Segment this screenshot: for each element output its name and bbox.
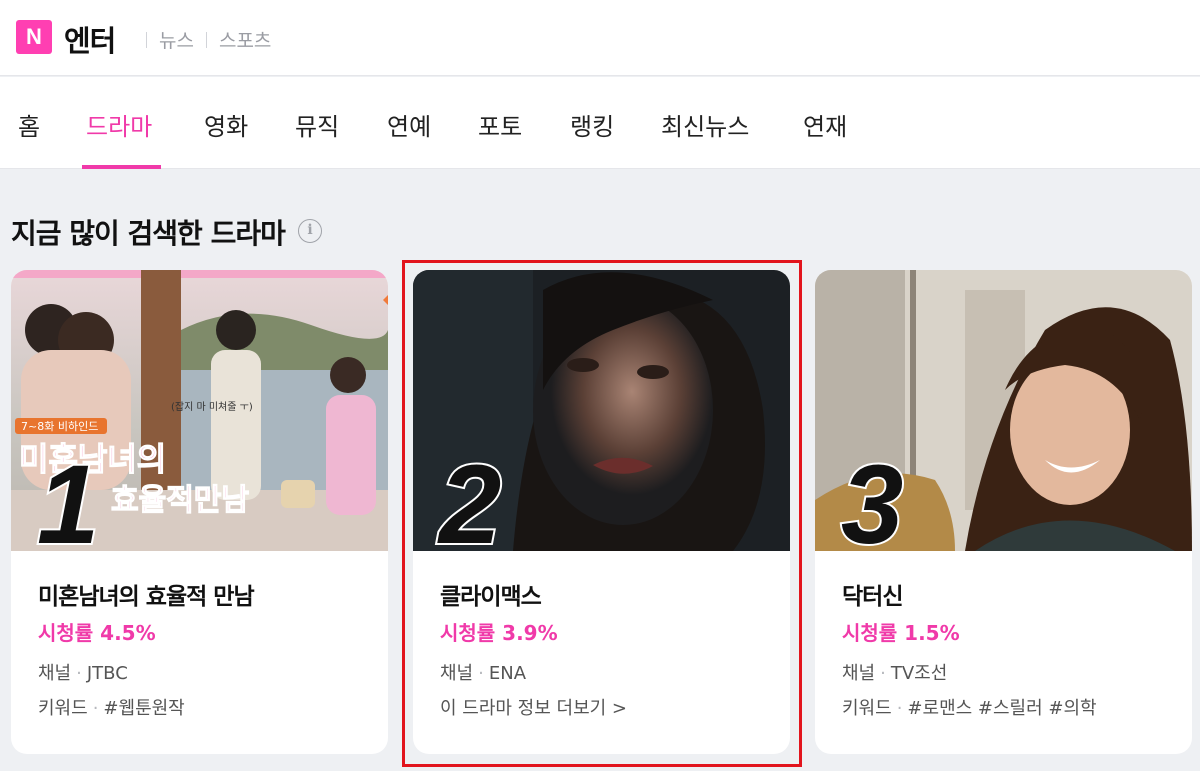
rank-number: 3	[839, 442, 905, 552]
tab-photo[interactable]: 포토	[478, 107, 522, 142]
link-sports[interactable]: 스포츠	[219, 26, 271, 53]
keyword-row: 키워드 · #웹툰원작	[38, 694, 185, 720]
image-title-line-2: 효율적만남	[111, 483, 249, 518]
channel-value: JTBC	[86, 663, 128, 684]
brand-title[interactable]: 엔터	[64, 18, 116, 60]
rank-number: 1	[35, 442, 101, 552]
channel-row: 채널 · TV조선	[842, 659, 947, 685]
image-badge: 7~8화 비하인드	[21, 419, 98, 433]
keyword-row: 키워드 · #로맨스 #스릴러 #의학	[842, 694, 1097, 720]
channel-row: 채널 · JTBC	[38, 659, 128, 685]
top-bar: N 엔터 뉴스 스포츠	[0, 0, 1200, 76]
viewer-rating: 시청률 1.5%	[842, 621, 960, 645]
category-tabs: 홈 드라마 영화 뮤직 연예 포토 랭킹 최신뉴스 연재	[0, 77, 1200, 169]
highlight-box	[402, 260, 802, 767]
tab-music[interactable]: 뮤직	[295, 107, 339, 142]
channel-value: TV조선	[890, 663, 948, 684]
drama-thumbnail[interactable]: 3	[815, 270, 1192, 551]
separator-dot: ·	[896, 698, 903, 719]
drama-card-3[interactable]: 3 닥터신 시청률 1.5% 채널 · TV조선 키워드 · #로맨스 #스릴러 #의학	[815, 270, 1192, 754]
active-tab-indicator	[82, 165, 161, 169]
separator-dot: ·	[76, 663, 82, 684]
viewer-rating: 시청률 4.5%	[38, 621, 156, 645]
link-news[interactable]: 뉴스	[159, 26, 194, 53]
tab-series[interactable]: 연재	[803, 107, 847, 142]
keyword-label: 키워드	[842, 698, 892, 719]
tab-ranking[interactable]: 랭킹	[570, 107, 614, 142]
section-title: 지금 많이 검색한 드라마	[11, 217, 286, 250]
brand-links: 뉴스 스포츠	[134, 26, 271, 53]
channel-label: 채널	[842, 663, 876, 684]
keyword-value[interactable]: #웹툰원작	[103, 698, 184, 719]
channel-label: 채널	[38, 663, 72, 684]
divider	[146, 31, 147, 48]
keyword-value[interactable]: #로맨스 #스릴러 #의학	[907, 698, 1096, 719]
tab-home[interactable]: 홈	[18, 107, 40, 142]
keyword-label: 키워드	[38, 698, 88, 719]
naver-logo[interactable]: N	[16, 20, 52, 54]
tab-latest-news[interactable]: 최신뉴스	[661, 107, 749, 142]
tab-drama[interactable]: 드라마	[86, 107, 152, 142]
tab-movie[interactable]: 영화	[204, 107, 248, 142]
drama-card-1[interactable]: 7~8화 비하인드 (잡지 마 미쳐줄 ㅜ) 미혼남녀의 효율적만남 1 미혼남…	[11, 270, 388, 754]
drama-thumbnail[interactable]: 7~8화 비하인드 (잡지 마 미쳐줄 ㅜ) 미혼남녀의 효율적만남 1	[11, 270, 388, 551]
image-caption: (잡지 마 미쳐줄 ㅜ)	[171, 401, 253, 413]
separator-dot: ·	[92, 698, 99, 719]
divider	[205, 31, 207, 48]
info-icon[interactable]: i	[298, 219, 322, 243]
tab-entertainment[interactable]: 연예	[387, 107, 431, 142]
separator-dot: ·	[880, 663, 886, 684]
drama-title[interactable]: 닥터신	[842, 577, 903, 611]
drama-title[interactable]: 미혼남녀의 효율적 만남	[38, 577, 255, 611]
